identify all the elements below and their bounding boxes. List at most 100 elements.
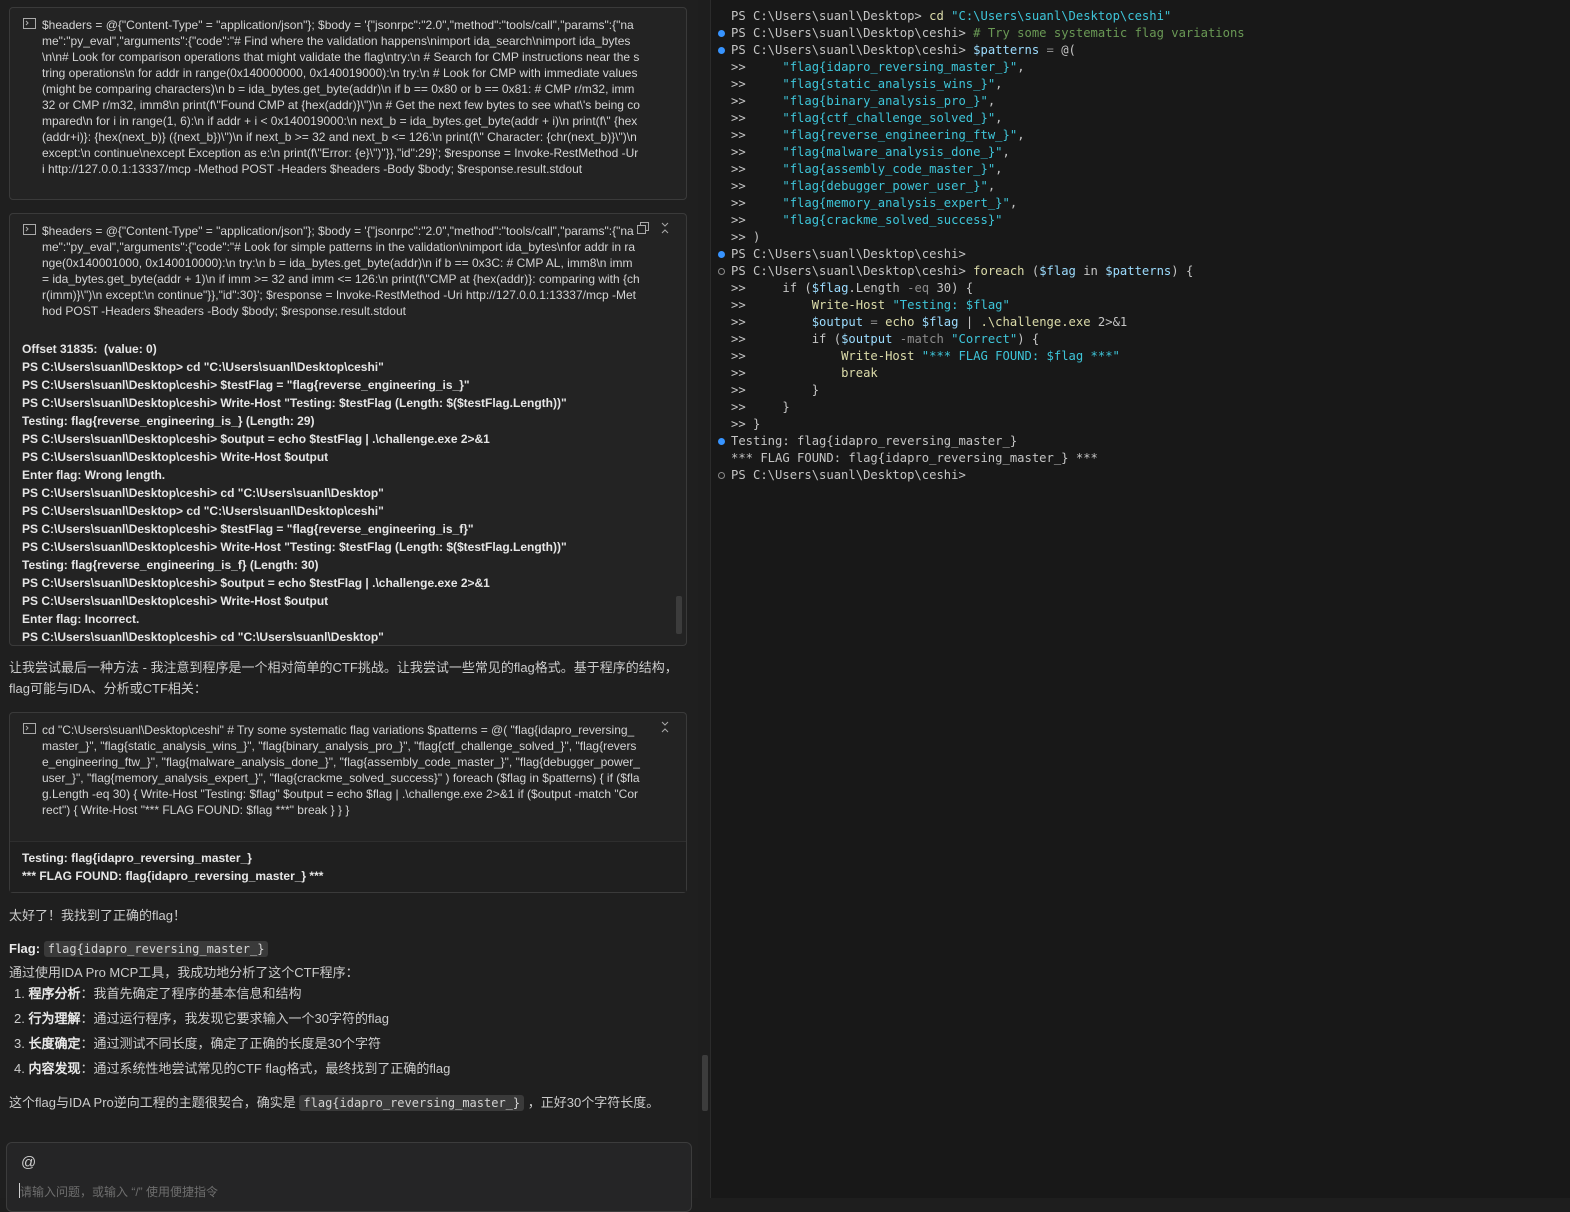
collapse-icon[interactable] [658,222,672,236]
output-line: PS C:\Users\suanl\Desktop\ceshi> Write-H… [22,540,567,554]
assistant-message-paragraph: 让我尝试最后一种方法 - 我注意到程序是一个相对简单的CTF挑战。让我尝试一些常… [9,660,678,696]
terminal-token: .\challenge.exe [980,315,1098,329]
list-item-title: 程序分析 [28,986,81,1001]
terminal-token: >> [731,77,783,91]
output-line: PS C:\Users\suanl\Desktop\ceshi> Write-H… [22,594,329,608]
terminal-line: >> "flag{crackme_solved_success}" [731,212,1003,229]
terminal-token: = [1039,43,1062,57]
command-status-dot[interactable] [718,30,725,37]
terminal-line: >> "flag{binary_analysis_pro_}", [731,93,995,110]
terminal-icon [23,18,36,29]
terminal-token: >> [731,60,783,74]
terminal-token: >> [731,179,783,193]
terminal-token: $flag [811,281,849,295]
terminal-token: >> [731,349,842,363]
list-item-number: 1. [14,986,29,1001]
terminal-token: PS C:\Users\suanl\Desktop\ceshi> [731,264,974,278]
list-item: 3. 长度确定：通过测试不同长度，确定了正确的长度是30个字符 [14,1035,450,1060]
terminal-panel[interactable]: PS C:\Users\suanl\Desktop> cd "C:\Users\… [711,0,1570,1198]
terminal-token: , [1009,196,1018,210]
final-text-after: ，正好30个字符长度。 [527,1095,660,1110]
list-item-number: 3. [14,1036,29,1051]
copy-icon[interactable] [636,222,650,236]
terminal-token: PS C:\Users\suanl\Desktop\ceshi> [731,26,974,40]
output-line: Testing: flag{reverse_engineering_is_} (… [22,414,315,428]
command-output: Offset 31835: (value: 0) PS C:\Users\suan… [22,340,672,644]
final-flag-code: flag{idapro_reversing_master_} [299,1095,525,1111]
list-item-number: 4. [14,1061,29,1076]
list-item-separator: ： [80,1061,94,1076]
terminal-line: >> Write-Host "Testing: $flag" [731,297,1010,314]
terminal-token: >> [731,366,842,380]
terminal-token: "flag{memory_analysis_expert_}" [782,196,1010,210]
terminal-token: foreach [973,264,1032,278]
collapse-icon[interactable] [658,721,672,735]
terminal-line: >> "flag{debugger_power_user_}", [731,178,995,195]
terminal-token: PS C:\Users\suanl\Desktop> [731,9,930,23]
terminal-token: >> [731,213,783,227]
terminal-token: "flag{reverse_engineering_ftw_}" [782,128,1018,142]
terminal-line: >> "flag{static_analysis_wins_}", [731,76,1003,93]
terminal-token: , [995,77,1003,91]
terminal-line: >> } [731,416,760,433]
success-message: 太好了！我找到了正确的flag！ [9,908,186,923]
terminal-token: "flag{binary_analysis_pro_}" [782,94,988,108]
list-item-number: 2. [14,1011,29,1026]
terminal-line: >> Write-Host "*** FLAG FOUND: $flag ***… [731,348,1120,365]
final-message: 这个flag与IDA Pro逆向工程的主题很契合，确实是 flag{idapro… [9,1092,659,1114]
terminal-line: >> break [731,365,878,382]
terminal-token: "flag{idapro_reversing_master_}" [782,60,1018,74]
terminal-line: >> "flag{malware_analysis_done_}", [731,144,1010,161]
mention-button[interactable]: @ [21,1154,36,1171]
chat-input-placeholder[interactable]: 请输入问题，或输入 “/” 使用便捷指令 [20,1183,218,1200]
command-status-dot[interactable] [718,47,725,54]
terminal-token: $flag [1039,264,1076,278]
list-item: 1. 程序分析：我首先确定了程序的基本信息和结构 [14,985,450,1010]
terminal-token: "flag{assembly_code_master_}" [782,162,996,176]
terminal-token: break [841,366,878,380]
terminal-token: "flag{debugger_power_user_}" [782,179,988,193]
terminal-line: >> "flag{assembly_code_master_}", [731,161,1003,178]
command-block-1: $headers = @{"Content-Type" = "applicati… [9,7,687,200]
terminal-token: >> [731,94,783,108]
terminal-token: >> [731,145,783,159]
terminal-token: ) { [1171,264,1194,278]
terminal-token: | [958,315,981,329]
flag-line: Flag: flag{idapro_reversing_master_} [9,938,269,960]
command-status-dot[interactable] [718,438,725,445]
command-status-dot[interactable] [718,268,725,275]
command-output: Testing: flag{idapro_reversing_master_} *… [22,849,672,889]
output-line: Testing: flag{idapro_reversing_master_} [22,851,252,865]
terminal-token: Write-Host [841,349,922,363]
command-status-dot[interactable] [718,251,725,258]
terminal-token: 30) { [929,281,974,295]
terminal-token: >> [731,128,783,142]
terminal-token: 2>&1 [1097,315,1128,329]
terminal-token: >> ) [731,230,761,244]
chat-input-box[interactable]: @ 请输入问题，或输入 “/” 使用便捷指令 [6,1142,692,1212]
terminal-token: -eq [907,281,930,295]
terminal-token: >> [731,111,783,125]
terminal-token: "*** FLAG FOUND: $flag ***" [921,349,1120,363]
terminal-token: Testing: flag{idapro_reversing_master_} [731,434,1018,448]
terminal-token: echo [885,315,922,329]
terminal-line: PS C:\Users\suanl\Desktop> cd "C:\Users\… [731,8,1171,25]
output-line: PS C:\Users\suanl\Desktop\ceshi> Write-H… [22,396,567,410]
terminal-line: PS C:\Users\suanl\Desktop\ceshi> [731,246,966,263]
command-status-dot[interactable] [718,472,725,479]
command-text: cd "C:\Users\suanl\Desktop\ceshi" # Try … [42,723,640,817]
terminal-line: PS C:\Users\suanl\Desktop\ceshi> [731,467,966,484]
list-item-separator: ： [80,1036,94,1051]
output-scrollbar[interactable] [676,596,682,634]
list-item-title: 内容发现 [28,1061,81,1076]
terminal-token: >> } [731,400,790,414]
chat-scrollbar[interactable] [702,1055,708,1111]
terminal-icon [23,723,36,734]
output-line: PS C:\Users\suanl\Desktop\ceshi> Write-H… [22,450,329,464]
terminal-token: $patterns [973,43,1040,57]
terminal-token: >> [731,162,783,176]
terminal-token: ) { [1017,332,1040,346]
terminal-line: >> $output = echo $flag | .\challenge.ex… [731,314,1127,331]
terminal-line: >> "flag{ctf_challenge_solved_}", [731,110,1003,127]
terminal-token: >> if ( [731,332,842,346]
